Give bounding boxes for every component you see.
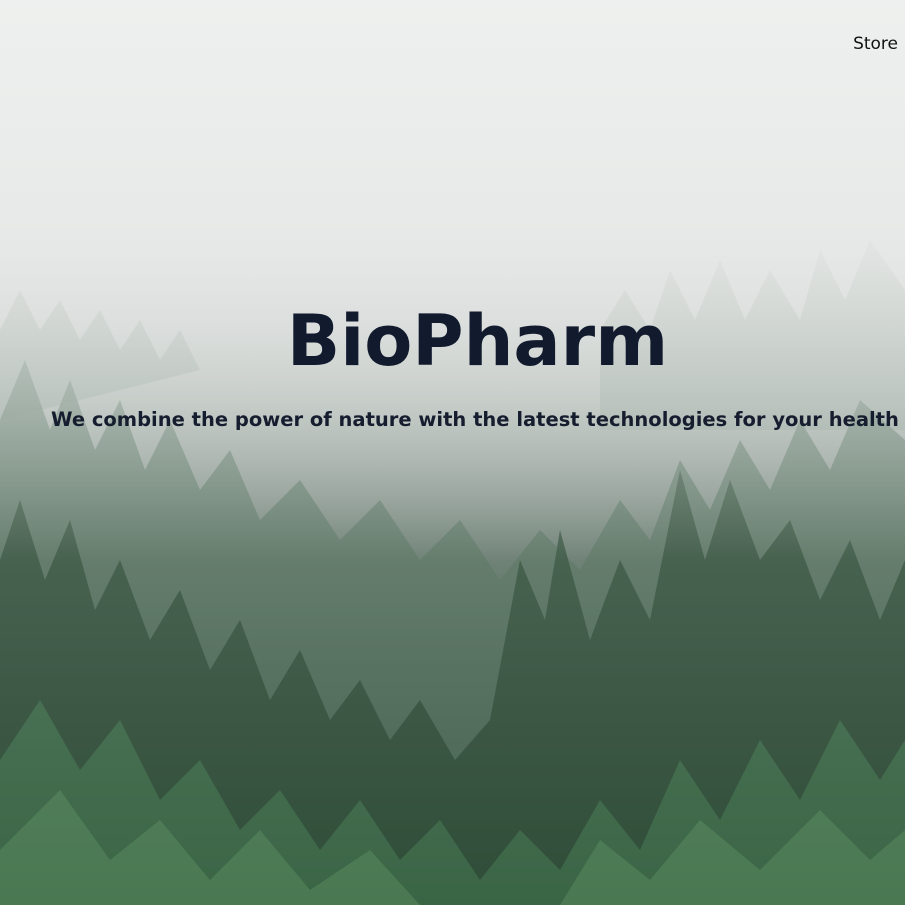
hero-section: Store BioPharm We combine the power of n… [0,0,905,905]
nav-store-link[interactable]: Store [853,34,898,54]
misty-forest-image [0,0,905,905]
hero-tagline: We combine the power of nature with the … [51,408,899,431]
site-title: BioPharm [286,300,669,382]
